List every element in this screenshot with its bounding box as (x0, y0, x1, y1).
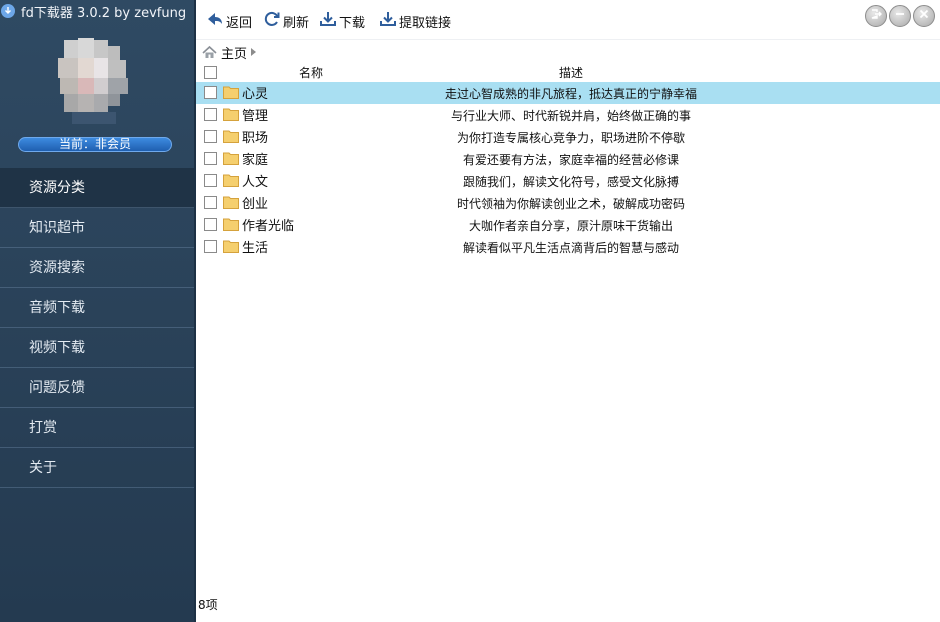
app-title: fd下载器 3.0.2 by zevfung (21, 5, 187, 21)
row-name: 创业 (242, 197, 269, 212)
extract-link-button[interactable]: 提取链接 (379, 10, 451, 32)
row-name: 生活 (242, 241, 269, 256)
row-description: 大咖作者亲自分享，原汁原味干货输出 (468, 219, 673, 233)
extract-link-label: 提取链接 (399, 15, 452, 31)
row-description: 解读看似平凡生活点滴背后的智慧与感动 (462, 241, 679, 255)
breadcrumb-arrow-icon (251, 48, 257, 56)
row-name: 管理 (242, 109, 269, 124)
folder-icon (223, 151, 239, 165)
folder-icon (223, 173, 239, 187)
home-icon[interactable] (202, 45, 217, 60)
row-name: 心灵 (242, 87, 269, 102)
download-label: 下载 (339, 15, 366, 31)
sidebar-item-knowledge-market[interactable]: 知识超市 (0, 208, 194, 248)
row-description: 有爱还要有方法，家庭幸福的经营必修课 (462, 153, 679, 167)
minimize-button[interactable] (889, 5, 911, 27)
row-checkbox[interactable] (204, 174, 217, 187)
sidebar-item-audio-download[interactable]: 音频下载 (0, 288, 194, 328)
member-status-badge: 当前：非会员 (18, 137, 172, 152)
back-button[interactable]: 返回 (206, 10, 252, 32)
column-header-name[interactable]: 名称 (299, 64, 323, 81)
sidebar-item-donate[interactable]: 打赏 (0, 408, 194, 448)
folder-icon (223, 107, 239, 121)
sidebar-item-video-download[interactable]: 视频下载 (0, 328, 194, 368)
table-row[interactable]: 家庭 有爱还要有方法，家庭幸福的经营必修课 (196, 148, 940, 170)
table-row[interactable]: 管理 与行业大师、时代新锐并肩，始终做正确的事 (196, 104, 940, 126)
toolbar: 返回 刷新 下载 提取链接 (196, 0, 940, 40)
sidebar-item-resource-search[interactable]: 资源搜索 (0, 248, 194, 288)
sidebar-nav: 资源分类 知识超市 资源搜索 音频下载 视频下载 问题反馈 打赏 关于 (0, 168, 194, 488)
row-description: 时代领袖为你解读创业之术，破解成功密码 (456, 197, 685, 211)
table-row[interactable]: 心灵 走过心智成熟的非凡旅程，抵达真正的宁静幸福 (196, 82, 940, 104)
status-item-count: 8项 (198, 598, 218, 612)
row-description: 为你打造专属核心竞争力，职场进阶不停歇 (456, 131, 685, 145)
breadcrumb: 主页 (202, 43, 257, 62)
download-button[interactable]: 下载 (319, 10, 365, 32)
table-row[interactable]: 职场 为你打造专属核心竞争力，职场进阶不停歇 (196, 126, 940, 148)
row-checkbox[interactable] (204, 86, 217, 99)
folder-icon (223, 85, 239, 99)
main-panel: 返回 刷新 下载 提取链接 主页 名称 描述 心灵 走过心智成熟的非凡旅程，抵达… (194, 0, 940, 622)
table-row[interactable]: 人文 跟随我们，解读文化符号，感受文化脉搏 (196, 170, 940, 192)
row-name: 人文 (242, 175, 269, 190)
app-logo-icon (1, 4, 15, 18)
title-bar: fd下载器 3.0.2 by zevfung (0, 0, 194, 22)
row-name: 作者光临 (242, 219, 295, 234)
select-all-checkbox[interactable] (204, 66, 217, 79)
row-description: 与行业大师、时代新锐并肩，始终做正确的事 (450, 109, 691, 123)
back-label: 返回 (226, 15, 253, 31)
table-header: 名称 描述 (196, 63, 940, 81)
row-checkbox[interactable] (204, 152, 217, 165)
row-name: 家庭 (242, 153, 269, 168)
row-description: 跟随我们，解读文化符号，感受文化脉搏 (462, 175, 679, 189)
row-checkbox[interactable] (204, 130, 217, 143)
extract-link-icon (379, 10, 399, 32)
refresh-label: 刷新 (283, 15, 310, 31)
category-list: 心灵 走过心智成熟的非凡旅程，抵达真正的宁静幸福 管理 与行业大师、时代新锐并肩… (196, 82, 940, 258)
folder-icon (223, 217, 239, 231)
row-checkbox[interactable] (204, 196, 217, 209)
sidebar-item-feedback[interactable]: 问题反馈 (0, 368, 194, 408)
logout-icon (870, 8, 882, 24)
avatar[interactable] (58, 36, 134, 128)
row-checkbox[interactable] (204, 108, 217, 121)
close-button[interactable] (913, 5, 935, 27)
back-arrow-icon (206, 10, 226, 32)
sidebar: fd下载器 3.0.2 by zevfung 当前：非会员 资源分类 知识超市 … (0, 0, 194, 622)
folder-icon (223, 195, 239, 209)
row-description: 走过心智成熟的非凡旅程，抵达真正的宁静幸福 (444, 87, 697, 101)
table-row[interactable]: 生活 解读看似平凡生活点滴背后的智慧与感动 (196, 236, 940, 258)
refresh-icon (263, 10, 283, 32)
refresh-button[interactable]: 刷新 (263, 10, 309, 32)
close-icon (918, 8, 930, 24)
breadcrumb-home-link[interactable]: 主页 (221, 43, 247, 62)
sidebar-item-resource-category[interactable]: 资源分类 (0, 168, 194, 208)
row-name: 职场 (242, 131, 269, 146)
row-checkbox[interactable] (204, 218, 217, 231)
sidebar-item-about[interactable]: 关于 (0, 448, 194, 488)
minimize-icon (894, 8, 906, 24)
folder-icon (223, 129, 239, 143)
row-checkbox[interactable] (204, 240, 217, 253)
table-row[interactable]: 创业 时代领袖为你解读创业之术，破解成功密码 (196, 192, 940, 214)
table-row[interactable]: 作者光临 大咖作者亲自分享，原汁原味干货输出 (196, 214, 940, 236)
folder-icon (223, 239, 239, 253)
column-header-description[interactable]: 描述 (559, 64, 583, 81)
logout-button[interactable] (865, 5, 887, 27)
download-icon (319, 10, 339, 32)
